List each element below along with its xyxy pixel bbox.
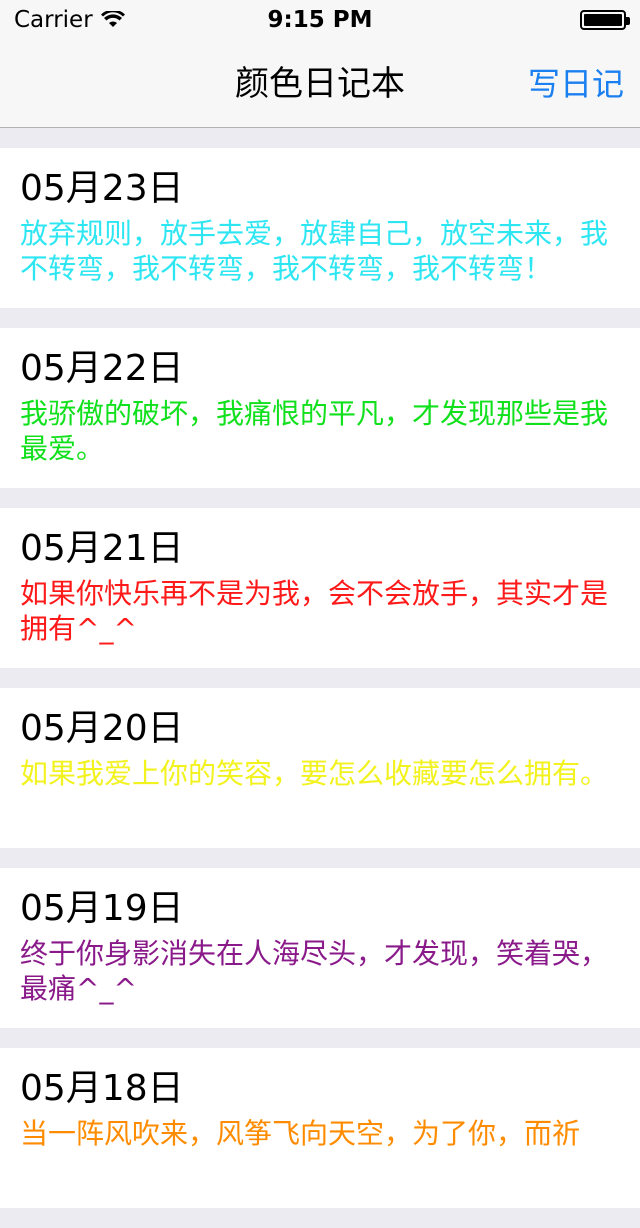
entry-date: 05月18日 bbox=[20, 1068, 184, 1109]
entry-date: 05月23日 bbox=[20, 168, 184, 209]
entry-text: 终于你身影消失在人海尽头，才发现，笑着哭，最痛^_^ bbox=[20, 937, 609, 1005]
entry-date: 05月22日 bbox=[20, 348, 184, 389]
battery-fill bbox=[584, 14, 622, 26]
entry-text: 如果你快乐再不是为我，会不会放手，其实才是拥有^_^ bbox=[20, 577, 609, 645]
entry-text: 如果我爱上你的笑容，要怎么收藏要怎么拥有。 bbox=[20, 757, 609, 790]
entry-date: 05月20日 bbox=[20, 708, 184, 749]
write-diary-button[interactable]: 写日记 bbox=[528, 40, 624, 128]
status-bar: Carrier 9:15 PM bbox=[0, 0, 640, 40]
entry-text: 我骄傲的破坏，我痛恨的平凡，才发现那些是我最爱。 bbox=[20, 397, 609, 465]
status-left: Carrier bbox=[14, 7, 125, 33]
diary-entry[interactable]: 05月23日 放弃规则，放手去爱，放肆自己，放空未来，我不转弯，我不转弯，我不转… bbox=[0, 148, 640, 308]
diary-entry[interactable]: 05月19日 终于你身影消失在人海尽头，才发现，笑着哭，最痛^_^ bbox=[0, 868, 640, 1028]
entry-text: 放弃规则，放手去爱，放肆自己，放空未来，我不转弯，我不转弯，我不转弯，我不转弯！ bbox=[20, 217, 609, 285]
battery-icon bbox=[580, 10, 630, 30]
entry-text: 当一阵风吹来，风筝飞向天空，为了你，而祈 bbox=[20, 1117, 581, 1150]
carrier-label: Carrier bbox=[14, 7, 93, 33]
diary-entry[interactable]: 05月21日 如果你快乐再不是为我，会不会放手，其实才是拥有^_^ bbox=[0, 508, 640, 668]
navigation-bar: 颜色日记本 写日记 bbox=[0, 40, 640, 128]
diary-entry[interactable]: 05月20日 如果我爱上你的笑容，要怎么收藏要怎么拥有。 bbox=[0, 688, 640, 848]
entry-date: 05月19日 bbox=[20, 888, 184, 929]
entry-date: 05月21日 bbox=[20, 528, 184, 569]
diary-entry[interactable]: 05月18日 当一阵风吹来，风筝飞向天空，为了你，而祈 bbox=[0, 1048, 640, 1208]
wifi-icon bbox=[100, 11, 125, 27]
diary-entry[interactable]: 05月22日 我骄傲的破坏，我痛恨的平凡，才发现那些是我最爱。 bbox=[0, 328, 640, 488]
diary-list[interactable]: 05月23日 放弃规则，放手去爱，放肆自己，放空未来，我不转弯，我不转弯，我不转… bbox=[0, 148, 640, 1228]
